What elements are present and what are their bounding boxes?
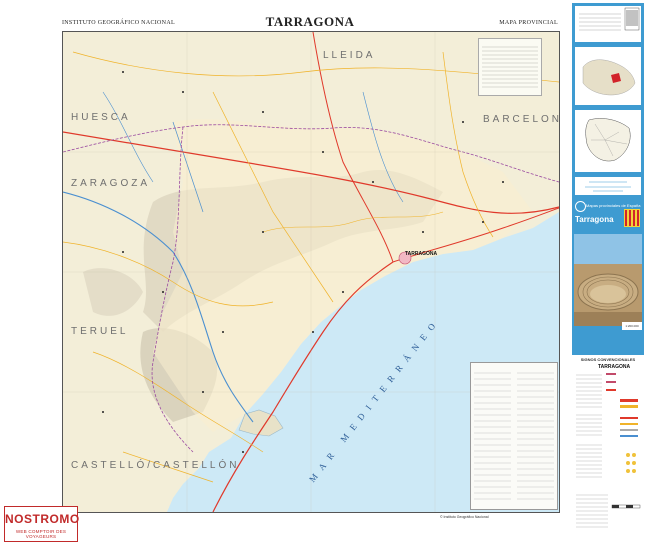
gazetteer-lines — [482, 46, 538, 88]
locator-map-spain — [575, 47, 641, 105]
place-index-lines — [474, 372, 554, 500]
region-label-lleida: LLEIDA — [323, 50, 376, 61]
coat-of-arms-icon — [624, 209, 640, 227]
region-label-teruel: TERUEL — [71, 326, 129, 337]
map-title: TARRAGONA — [265, 14, 355, 29]
info-card-graphic — [579, 7, 640, 31]
region-label-castello: CASTELLÓ/CASTELLÓN — [71, 460, 240, 471]
watermark-subtitle: WEB COMPTOIR DES VOYAGEURS — [15, 529, 67, 539]
region-label-barcelona: BARCELONA — [483, 114, 559, 125]
city-label-tarragona: TARRAGONA — [405, 251, 438, 257]
map-sheet: INSTITUTO GEOGRÁFICO NACIONAL TARRAGONA … — [0, 0, 651, 545]
locator-map-province — [575, 110, 641, 172]
series-label: MAPA PROVINCIAL — [499, 20, 558, 26]
cover-photo-amphitheatre — [574, 234, 642, 326]
nostromo-watermark: NOSTROMO WEB COMPTOIR DES VOYAGEURS — [4, 506, 80, 542]
footer-credits: © Instituto Geográfico Nacional — [440, 515, 489, 519]
brand-logo-icon — [575, 201, 586, 212]
place-index-panel — [470, 362, 558, 510]
locator-map-province-graphic — [585, 118, 631, 162]
legend-symbols — [576, 373, 641, 528]
info-card-mid — [575, 177, 641, 195]
watermark-name: NOSTROMO — [5, 512, 80, 526]
region-label-huesca: HUESCA — [71, 112, 131, 123]
info-card-mid-graphic — [585, 181, 631, 192]
locator-map-spain-graphic — [582, 59, 636, 96]
legend-city-title: TARRAGONA — [598, 364, 631, 370]
gazetteer-panel — [478, 38, 542, 96]
cover-panel: Mapas provinciales de España Tarragona 1… — [572, 3, 644, 355]
legend-heading: SIGNOS CONVENCIONALES — [580, 357, 636, 362]
side-panel: Mapas provinciales de España Tarragona 1… — [572, 3, 644, 540]
cover-photo-graphic — [574, 234, 642, 326]
region-label-zaragoza: ZARAGOZA — [71, 178, 151, 189]
cover-scale: 1:200.000 — [622, 322, 642, 330]
brand-subtitle: Mapas provinciales de España — [586, 203, 641, 208]
map-header: INSTITUTO GEOGRÁFICO NACIONAL TARRAGONA … — [62, 14, 558, 32]
info-card-top — [575, 6, 641, 42]
legend-panel: SIGNOS CONVENCIONALES TARRAGONA — [572, 355, 644, 540]
brand-title: Tarragona — [575, 215, 614, 224]
